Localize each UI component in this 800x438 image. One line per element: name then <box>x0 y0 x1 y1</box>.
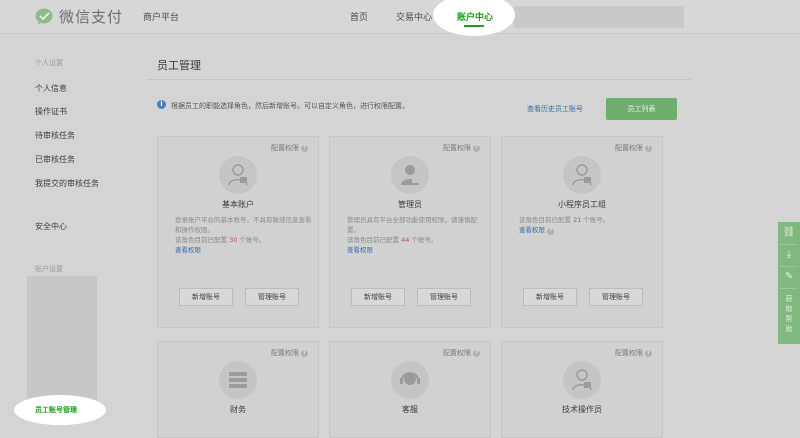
top-bar: 微信支付 商户平台 首页 交易中心 <box>0 0 800 34</box>
role-card-miniprogram: 配置权限? 小程序员工组 该角色目前已配置 21 个账号。 查看权限 ? 新增账… <box>501 136 663 328</box>
nav-home[interactable]: 首页 <box>350 10 368 23</box>
user-role-icon <box>219 156 257 194</box>
add-account-button[interactable]: 新增账号 <box>179 288 233 306</box>
configure-permission-link[interactable]: 配置权限? <box>271 143 308 153</box>
role-description: 该角色目前已配置 21 个账号。 查看权限 ? <box>519 216 610 235</box>
manage-account-button[interactable]: 管理账号 <box>589 288 643 306</box>
role-description: 管理员具有平台全部功能使用权限，请谨慎配置。 该角色目前已配置 44 个账号。 … <box>347 216 477 254</box>
view-permission-link[interactable]: 查看权限 <box>347 246 373 254</box>
add-account-button[interactable]: 新增账号 <box>523 288 577 306</box>
help-icon: ? <box>301 349 308 357</box>
role-description: 登录账户平台的基本账号，不具有敏感信息查看和操作权限。 该角色目前已配置 30 … <box>175 216 312 254</box>
history-accounts-link[interactable]: 查看历史员工账号 <box>527 104 583 114</box>
configure-permission-link[interactable]: 配置权限? <box>615 348 652 358</box>
sidebar-item-reviewed-tasks[interactable]: 已审核任务 <box>35 154 75 165</box>
manage-account-button[interactable]: 管理账号 <box>417 288 471 306</box>
get-help-button[interactable]: 获取帮助 <box>783 294 795 334</box>
role-name: 管理员 <box>398 200 422 209</box>
info-text: 根据员工的职能选择角色，然后新增账号。可以自定义角色，进行权限配置。 <box>171 102 409 110</box>
sidebar-item-pending-tasks[interactable]: 待审核任务 <box>35 130 75 141</box>
role-name: 基本账户 <box>222 200 254 209</box>
role-card-support: 配置权限? 客服 <box>329 341 491 438</box>
sidebar-item-security[interactable]: 安全中心 <box>35 221 67 232</box>
role-name: 客服 <box>402 405 418 414</box>
toolbar-divider <box>780 266 798 267</box>
role-name: 财务 <box>230 405 246 414</box>
nav-trade-center[interactable]: 交易中心 <box>396 10 432 23</box>
nav-active-underline <box>464 25 484 27</box>
role-card-basic: 配置权限? 基本账户 登录账户平台的基本账号，不具有敏感信息查看和操作权限。 该… <box>157 136 319 328</box>
role-card-admin: 配置权限? 管理员 管理员具有平台全部功能使用权限，请谨慎配置。 该角色目前已配… <box>329 136 491 328</box>
help-icon: ? <box>473 349 480 357</box>
edit-icon[interactable]: ✎ <box>782 270 796 284</box>
add-account-button[interactable]: 新增账号 <box>351 288 405 306</box>
headset-role-icon <box>391 361 429 399</box>
help-icon: ? <box>301 144 308 152</box>
page-title: 员工管理 <box>157 59 201 72</box>
sidebar-item-profile[interactable]: 个人信息 <box>35 83 67 94</box>
configure-permission-link[interactable]: 配置权限? <box>443 143 480 153</box>
user-role-icon <box>563 156 601 194</box>
sidebar-item-staff-accounts[interactable]: 员工账号管理 <box>35 405 77 415</box>
wechat-pay-logo[interactable]: 微信支付 <box>35 7 122 27</box>
toolbar-divider <box>780 244 798 245</box>
sidebar-group-account: 账户设置 <box>35 265 63 273</box>
role-card-finance: 配置权限? 财务 <box>157 341 319 438</box>
staff-list-button[interactable]: 员工列表 <box>606 98 677 120</box>
link-icon[interactable]: ⛓ <box>782 226 796 240</box>
nav-account-center[interactable]: 账户中心 <box>457 10 493 23</box>
role-name: 技术操作员 <box>562 405 602 414</box>
role-card-tech-operator: 配置权限? 技术操作员 <box>501 341 663 438</box>
user-role-icon <box>563 361 601 399</box>
view-permission-link[interactable]: 查看权限 <box>175 246 201 254</box>
view-permission-link[interactable]: 查看权限 <box>519 226 545 234</box>
help-icon: ? <box>473 144 480 152</box>
sidebar-submenu-block <box>27 276 97 402</box>
top-search-area[interactable] <box>514 6 684 28</box>
title-divider <box>147 79 691 80</box>
help-icon: ? <box>645 349 652 357</box>
admin-role-icon <box>391 156 429 194</box>
sidebar-group-personal: 个人设置 <box>35 59 63 67</box>
help-icon: ? <box>645 144 652 152</box>
help-icon: ? <box>547 228 555 235</box>
logo-text: 微信支付 <box>59 8 124 26</box>
sidebar-item-certificate[interactable]: 操作证书 <box>35 106 67 117</box>
sidebar-item-submitted-tasks[interactable]: 我提交的审核任务 <box>35 178 99 189</box>
role-name: 小程序员工组 <box>558 200 606 209</box>
finance-role-icon <box>219 361 257 399</box>
manage-account-button[interactable]: 管理账号 <box>245 288 299 306</box>
configure-permission-link[interactable]: 配置权限? <box>615 143 652 153</box>
platform-label: 商户平台 <box>143 13 180 23</box>
configure-permission-link[interactable]: 配置权限? <box>443 348 480 358</box>
configure-permission-link[interactable]: 配置权限? <box>271 348 308 358</box>
wechat-logo-icon <box>35 8 53 25</box>
download-icon[interactable]: ⤓ <box>782 248 796 262</box>
toolbar-divider <box>780 288 798 289</box>
info-icon: i <box>157 100 166 109</box>
floating-toolbar: ⛓ ⤓ ✎ 获取帮助 <box>778 222 800 344</box>
